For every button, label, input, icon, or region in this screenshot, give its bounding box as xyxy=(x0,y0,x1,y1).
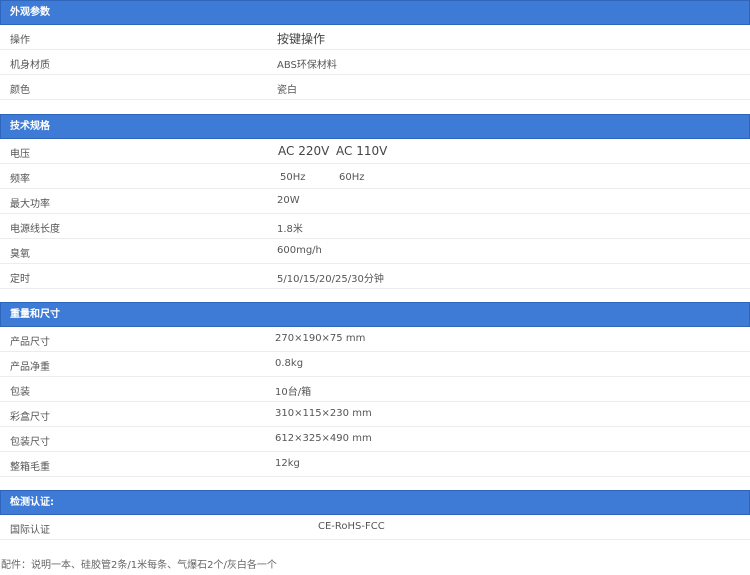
spec-label: 包装 xyxy=(10,387,30,398)
section-weight-size: 重量和尺寸 产品尺寸 270×190×75 mm 产品净重 0.8kg 包装 1… xyxy=(0,302,750,477)
section-header: 技术规格 xyxy=(0,114,750,139)
spec-value: 600mg/h xyxy=(277,245,322,256)
spec-label: 定时 xyxy=(10,274,30,285)
spec-row: 产品净重 0.8kg xyxy=(0,352,750,377)
spec-value: ABS环保材料 xyxy=(277,60,337,71)
spec-value: 10台/箱 xyxy=(275,387,312,398)
spec-label: 包装尺寸 xyxy=(10,437,50,448)
spec-value: 270×190×75 mm xyxy=(275,333,366,344)
spec-label: 频率 xyxy=(10,174,30,185)
spec-label: 电压 xyxy=(10,149,30,160)
spec-value: 1.8米 xyxy=(277,224,303,235)
spec-row: 国际认证 CE-RoHS-FCC xyxy=(0,515,750,540)
spec-value: CE-RoHS-FCC xyxy=(318,521,385,532)
spec-label: 臭氧 xyxy=(10,249,30,260)
spec-label: 产品净重 xyxy=(10,362,50,373)
spec-value: 50Hz xyxy=(280,172,306,183)
spec-label: 国际认证 xyxy=(10,525,50,536)
spec-label: 颜色 xyxy=(10,85,30,96)
spec-value: 20W xyxy=(277,195,300,206)
spec-label: 电源线长度 xyxy=(10,224,60,235)
spec-row: 电源线长度 1.8米 xyxy=(0,214,750,239)
spec-value: 按键操作 xyxy=(277,32,326,46)
spec-row: 频率 50Hz 60Hz xyxy=(0,164,750,189)
spec-row: 彩盒尺寸 310×115×230 mm xyxy=(0,402,750,427)
section-technical: 技术规格 电压 AC 220V AC 110V 频率 50Hz 60Hz 最大功… xyxy=(0,114,750,289)
spec-value-alt: AC 110V xyxy=(336,144,388,158)
spec-label: 产品尺寸 xyxy=(10,337,50,348)
spec-row: 包装尺寸 612×325×490 mm xyxy=(0,427,750,452)
spec-label: 彩盒尺寸 xyxy=(10,412,50,423)
section-header: 外观参数 xyxy=(0,0,750,25)
spec-row: 产品尺寸 270×190×75 mm xyxy=(0,327,750,352)
section-header: 重量和尺寸 xyxy=(0,302,750,327)
spec-label: 操作 xyxy=(10,35,30,46)
spec-value: 612×325×490 mm xyxy=(275,433,372,444)
spec-label: 最大功率 xyxy=(10,199,50,210)
spec-row: 机身材质 ABS环保材料 xyxy=(0,50,750,75)
section-certification: 检测认证: 国际认证 CE-RoHS-FCC xyxy=(0,490,750,540)
spec-row: 定时 5/10/15/20/25/30分钟 xyxy=(0,264,750,289)
spec-value: 310×115×230 mm xyxy=(275,408,372,419)
spec-value-alt: 60Hz xyxy=(339,172,365,183)
spec-value: 12kg xyxy=(275,458,300,469)
spec-row: 整箱毛重 12kg xyxy=(0,452,750,477)
spec-value: 5/10/15/20/25/30分钟 xyxy=(277,274,384,285)
spec-row: 包装 10台/箱 xyxy=(0,377,750,402)
spec-row: 最大功率 20W xyxy=(0,189,750,214)
accessories-note: 配件：说明一本、硅胶管2条/1米每条、气爆石2个/灰白各一个 xyxy=(1,560,277,571)
spec-value: 0.8kg xyxy=(275,358,304,369)
spec-row: 电压 AC 220V AC 110V xyxy=(0,139,750,164)
spec-row: 臭氧 600mg/h xyxy=(0,239,750,264)
section-appearance: 外观参数 操作 按键操作 机身材质 ABS环保材料 颜色 瓷白 xyxy=(0,0,750,100)
spec-label: 整箱毛重 xyxy=(10,462,50,473)
spec-label: 机身材质 xyxy=(10,60,50,71)
spec-value: 瓷白 xyxy=(277,85,297,96)
spec-row: 操作 按键操作 xyxy=(0,25,750,50)
spec-value: AC 220V xyxy=(278,144,330,158)
spec-row: 颜色 瓷白 xyxy=(0,75,750,100)
section-header: 检测认证: xyxy=(0,490,750,515)
